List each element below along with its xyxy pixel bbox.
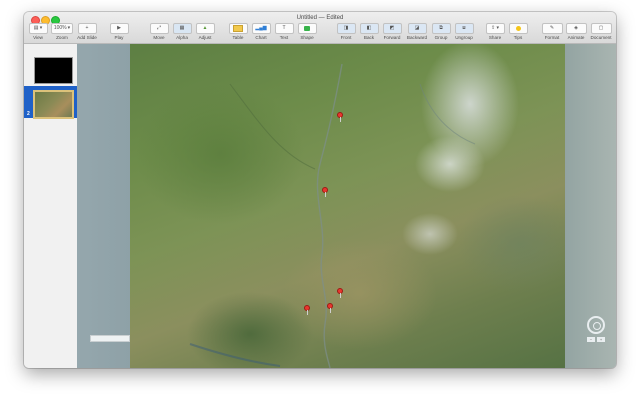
zoom-label: Zoom xyxy=(56,35,68,40)
zoom-in-icon[interactable]: + xyxy=(597,337,605,342)
view-label: View xyxy=(33,35,43,40)
table-button[interactable]: Table xyxy=(228,23,248,41)
format-label: Format xyxy=(544,35,560,40)
view-icon: ▤ ▾ xyxy=(28,23,48,34)
send-backward-icon: ◪ xyxy=(407,23,427,34)
backward-button[interactable]: ◪ Backward xyxy=(405,23,429,41)
table-label: Table xyxy=(232,35,244,40)
ungroup-label: Ungroup xyxy=(455,35,473,40)
back-button[interactable]: ◧ Back xyxy=(359,23,379,41)
send-back-icon: ◧ xyxy=(359,23,379,34)
shape-label: Shape xyxy=(300,35,314,40)
backward-label: Backward xyxy=(406,35,428,40)
group-button[interactable]: ⧉ Group xyxy=(431,23,451,41)
window-title[interactable]: Untitled — Edited xyxy=(24,15,616,21)
share-label: Share xyxy=(488,35,502,40)
slide-canvas[interactable]: − + xyxy=(77,44,616,368)
text-label: Text xyxy=(279,35,289,40)
slide-number-2: 2 xyxy=(27,111,30,117)
presenter-notes-field[interactable] xyxy=(90,335,130,342)
navigation-ring-icon[interactable] xyxy=(587,316,605,334)
animate-button[interactable]: ◈ Animate xyxy=(564,23,588,41)
lightbulb-icon xyxy=(508,23,528,34)
zoom-value-text: 100% xyxy=(53,25,67,31)
shape-icon xyxy=(297,23,317,34)
keynote-window: Untitled — Edited ▤ ▾ View 100% ▾ Zoom + … xyxy=(24,12,616,368)
move-icon: ⤢ xyxy=(149,23,169,34)
text-button[interactable]: T Text xyxy=(274,23,294,41)
table-icon xyxy=(228,23,248,34)
group-label: Group xyxy=(434,35,448,40)
animate-icon: ◈ xyxy=(565,23,587,34)
format-button[interactable]: ✎ Format xyxy=(541,23,563,41)
document-icon: ▢ xyxy=(590,23,612,34)
play-label: Play xyxy=(114,35,124,40)
paintbrush-icon: ✎ xyxy=(541,23,563,34)
bring-forward-icon: ◩ xyxy=(382,23,402,34)
share-icon: ⇪ ▾ xyxy=(485,23,505,34)
forward-label: Forward xyxy=(383,35,401,40)
front-label: Front xyxy=(340,35,352,40)
map-pin[interactable] xyxy=(304,305,310,315)
move-button[interactable]: ⤢ Move xyxy=(149,23,169,41)
map-pin[interactable] xyxy=(322,187,328,197)
tips-button[interactable]: Tips xyxy=(508,23,528,41)
zoom-value: 100% ▾ xyxy=(51,23,73,34)
ungroup-button[interactable]: ⧈ Ungroup xyxy=(453,23,475,41)
satellite-map-image[interactable] xyxy=(130,44,565,368)
chart-icon: ▂▄▆ xyxy=(251,23,271,34)
bring-front-icon: ◨ xyxy=(336,23,356,34)
plus-icon: + xyxy=(77,23,97,34)
adjust-label: Adjust xyxy=(198,35,212,40)
ungroup-icon: ⧈ xyxy=(454,23,474,34)
canvas-margin-left xyxy=(77,44,130,368)
forward-button[interactable]: ◩ Forward xyxy=(381,23,403,41)
group-icon: ⧉ xyxy=(431,23,451,34)
map-pin[interactable] xyxy=(337,112,343,122)
slide-thumbnail-2[interactable] xyxy=(33,90,74,119)
play-icon: ▶ xyxy=(109,23,129,34)
view-button[interactable]: ▤ ▾ View xyxy=(28,23,48,41)
map-pin[interactable] xyxy=(337,288,343,298)
alpha-icon: ▦ xyxy=(172,23,192,34)
back-label: Back xyxy=(363,35,375,40)
chart-button[interactable]: ▂▄▆ Chart xyxy=(251,23,271,41)
slide-navigator: 2 xyxy=(24,44,78,368)
play-button[interactable]: ▶ Play xyxy=(109,23,129,41)
adjust-button[interactable]: ▲ Adjust xyxy=(195,23,215,41)
front-button[interactable]: ◨ Front xyxy=(336,23,356,41)
document-button[interactable]: ▢ Document xyxy=(588,23,614,41)
alpha-label: Alpha xyxy=(176,35,188,40)
map-pin[interactable] xyxy=(327,303,333,313)
zoom-menu[interactable]: 100% ▾ Zoom xyxy=(51,23,73,41)
tips-label: Tips xyxy=(513,35,523,40)
title-bar: Untitled — Edited ▤ ▾ View 100% ▾ Zoom + … xyxy=(24,12,616,44)
zoom-out-icon[interactable]: − xyxy=(587,337,595,342)
river-overlay xyxy=(189,63,476,368)
text-icon: T xyxy=(274,23,294,34)
animate-label: Animate xyxy=(567,35,585,40)
share-button[interactable]: ⇪ ▾ Share xyxy=(485,23,505,41)
adjust-icon: ▲ xyxy=(195,23,215,34)
document-label: Document xyxy=(590,35,612,40)
add-slide-label: Add Slide xyxy=(77,35,97,40)
chart-label: Chart xyxy=(255,35,267,40)
shape-button[interactable]: Shape xyxy=(297,23,317,41)
move-label: Move xyxy=(153,35,165,40)
alpha-button[interactable]: ▦ Alpha xyxy=(172,23,192,41)
slide-thumbnail-1[interactable] xyxy=(34,57,73,84)
add-slide-button[interactable]: + Add Slide xyxy=(75,23,99,41)
